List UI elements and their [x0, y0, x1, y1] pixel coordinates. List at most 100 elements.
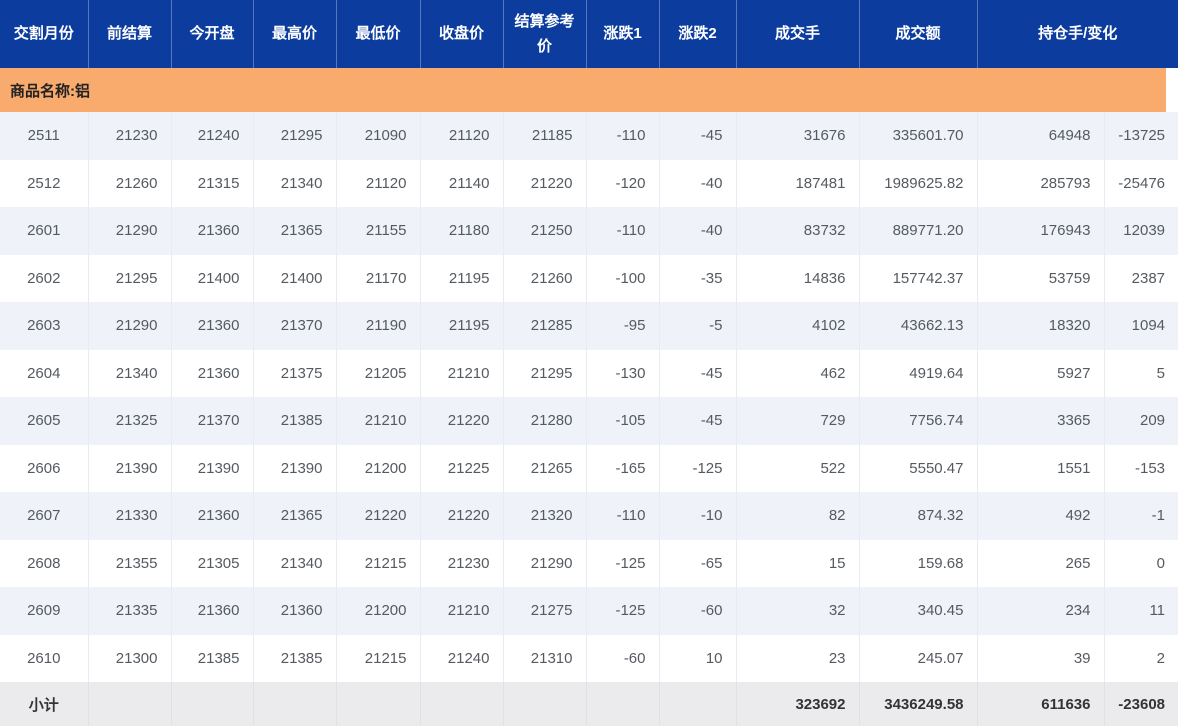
- column-header-10: 成交额: [859, 0, 978, 68]
- cell-value: 1551: [977, 444, 1105, 492]
- cell-value: 21240: [420, 634, 504, 682]
- cell-value: -60: [586, 634, 660, 682]
- cell-value: -165: [586, 444, 660, 492]
- commodity-name-label: 商品名称:铝: [0, 68, 1167, 112]
- cell-value: 21400: [253, 254, 337, 302]
- cell-value: -130: [586, 349, 660, 397]
- subtotal-value: 3436249.58: [859, 682, 978, 726]
- table-row: 2601 21290 21360 21365 21155 21180 21250 -110 -4…: [0, 207, 1178, 255]
- cell-value: 285793: [977, 159, 1105, 207]
- cell-value: 7756.74: [859, 397, 978, 445]
- cell-value: 21300: [88, 634, 172, 682]
- cell-value: 21280: [503, 397, 587, 445]
- cell-delivery-month: 2605: [0, 397, 89, 445]
- cell-value: 4102: [736, 302, 860, 350]
- cell-value: 39: [977, 634, 1105, 682]
- cell-value: -125: [659, 444, 737, 492]
- commodity-banner-cell: 商品名称:铝: [0, 68, 1178, 112]
- cell-value: -45: [659, 349, 737, 397]
- cell-value: 21360: [253, 587, 337, 635]
- subtotal-value: [503, 682, 587, 726]
- cell-value: 32: [736, 587, 860, 635]
- cell-value: 21295: [253, 112, 337, 160]
- column-header-1: 前结算: [88, 0, 172, 68]
- cell-value: 729: [736, 397, 860, 445]
- cell-value: 21170: [336, 254, 421, 302]
- subtotal-value: [420, 682, 504, 726]
- cell-value: -25476: [1104, 159, 1178, 207]
- cell-value: 21265: [503, 444, 587, 492]
- cell-value: 462: [736, 349, 860, 397]
- subtotal-value: 323692: [736, 682, 860, 726]
- cell-value: 23: [736, 634, 860, 682]
- cell-value: 340.45: [859, 587, 978, 635]
- cell-value: 21190: [336, 302, 421, 350]
- cell-value: 21295: [503, 349, 587, 397]
- cell-delivery-month: 2607: [0, 492, 89, 540]
- cell-value: 2387: [1104, 254, 1178, 302]
- cell-value: -35: [659, 254, 737, 302]
- cell-value: 21195: [420, 302, 504, 350]
- cell-value: -125: [586, 587, 660, 635]
- cell-value: -45: [659, 112, 737, 160]
- column-header-4: 最低价: [336, 0, 421, 68]
- cell-delivery-month: 2604: [0, 349, 89, 397]
- cell-value: 265: [977, 539, 1105, 587]
- column-header-3: 最高价: [253, 0, 337, 68]
- cell-value: -40: [659, 207, 737, 255]
- cell-value: 21185: [503, 112, 587, 160]
- cell-value: 21210: [420, 349, 504, 397]
- cell-value: 21360: [171, 587, 254, 635]
- subtotal-value: [659, 682, 737, 726]
- table-row: 2605 21325 21370 21385 21210 21220 21280 -105 -4…: [0, 397, 1178, 445]
- cell-value: 21180: [420, 207, 504, 255]
- cell-value: 21200: [336, 587, 421, 635]
- table-row: 2604 21340 21360 21375 21205 21210 21295 -130 -4…: [0, 349, 1178, 397]
- cell-value: 21360: [171, 349, 254, 397]
- cell-value: 15: [736, 539, 860, 587]
- cell-value: -120: [586, 159, 660, 207]
- column-header-5: 收盘价: [420, 0, 504, 68]
- cell-value: -13725: [1104, 112, 1178, 160]
- cell-value: 21365: [253, 492, 337, 540]
- cell-value: 21155: [336, 207, 421, 255]
- cell-value: -1: [1104, 492, 1178, 540]
- cell-value: 21355: [88, 539, 172, 587]
- cell-value: 21340: [88, 349, 172, 397]
- cell-value: -65: [659, 539, 737, 587]
- cell-value: 21230: [88, 112, 172, 160]
- cell-value: 21390: [253, 444, 337, 492]
- column-header-9: 成交手: [736, 0, 860, 68]
- cell-value: 234: [977, 587, 1105, 635]
- cell-value: 21120: [336, 159, 421, 207]
- cell-value: 21385: [253, 634, 337, 682]
- cell-value: 10: [659, 634, 737, 682]
- cell-value: -125: [586, 539, 660, 587]
- cell-value: -10: [659, 492, 737, 540]
- cell-value: 21375: [253, 349, 337, 397]
- column-header-6: 结算参考价: [503, 0, 587, 68]
- subtotal-value: [586, 682, 660, 726]
- table-row: 2607 21330 21360 21365 21220 21220 21320 -110 -1…: [0, 492, 1178, 540]
- cell-value: 21315: [171, 159, 254, 207]
- cell-value: 21225: [420, 444, 504, 492]
- futures-quotes-table: 交割月份 前结算 今开盘 最高价 最低价 收盘价 结算参考价 涨跌1 涨跌2 成交手 成交额 持仓手/…: [0, 0, 1178, 726]
- cell-value: 21360: [171, 492, 254, 540]
- cell-value: -105: [586, 397, 660, 445]
- cell-value: -153: [1104, 444, 1178, 492]
- table-row: 2512 21260 21315 21340 21120 21140 21220 -120 -4…: [0, 159, 1178, 207]
- cell-delivery-month: 2603: [0, 302, 89, 350]
- subtotal-value: [253, 682, 337, 726]
- cell-value: 64948: [977, 112, 1105, 160]
- cell-value: 176943: [977, 207, 1105, 255]
- subtotal-label: 小计: [0, 682, 89, 726]
- subtotal-value: [336, 682, 421, 726]
- commodity-banner-row: 商品名称:铝: [0, 68, 1178, 112]
- cell-value: 21340: [253, 159, 337, 207]
- cell-delivery-month: 2606: [0, 444, 89, 492]
- cell-value: 21195: [420, 254, 504, 302]
- cell-value: 21335: [88, 587, 172, 635]
- cell-value: 21090: [336, 112, 421, 160]
- cell-value: 21390: [171, 444, 254, 492]
- subtotal-row: 小计 323692 3436249.58 611636 -23608: [0, 682, 1178, 726]
